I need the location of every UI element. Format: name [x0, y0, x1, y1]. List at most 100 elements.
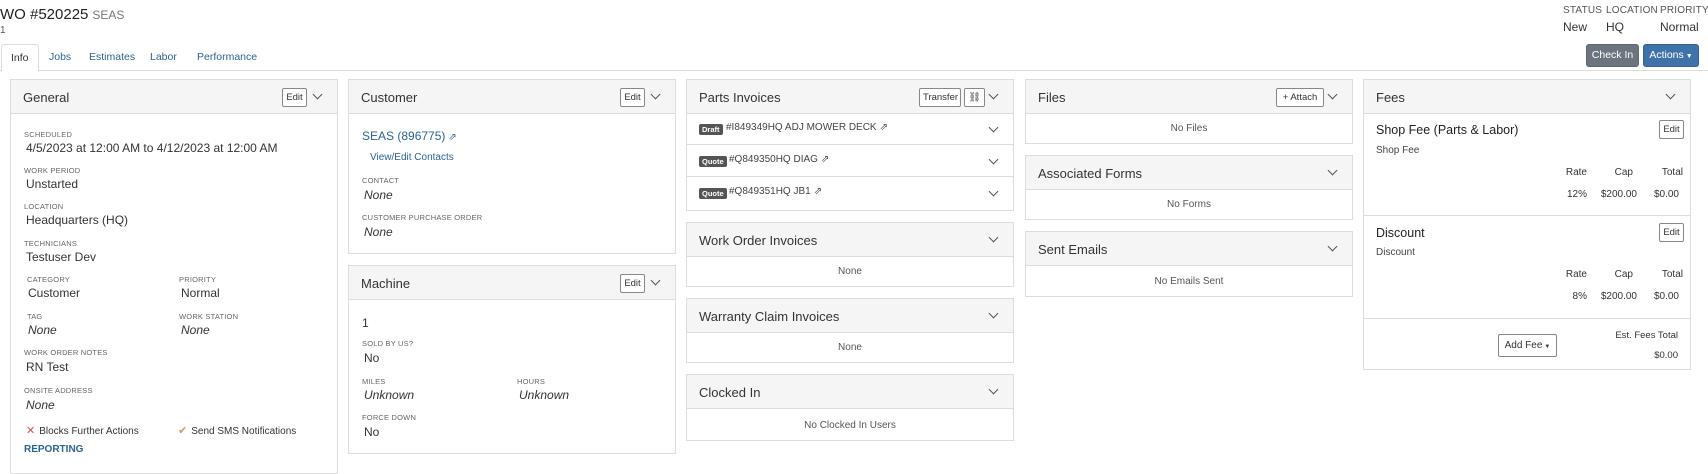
work-order-notes-label: WORK ORDER NOTES: [24, 348, 108, 357]
customer-po-label: CUSTOMER PURCHASE ORDER: [362, 213, 483, 222]
fee-total-label: Total: [1661, 269, 1683, 280]
tab-info[interactable]: Info: [1, 44, 39, 72]
add-fee-label: Add Fee: [1504, 340, 1543, 351]
miles-value: Unknown: [364, 388, 415, 402]
est-fees-total-value: $0.00: [1654, 350, 1678, 361]
work-order-title: WO #520225 SEAS: [0, 6, 124, 23]
parts-invoice-link[interactable]: #Q849351HQ JB1 ⇗: [729, 186, 822, 197]
onsite-address-value: None: [26, 398, 55, 412]
page-header: WO #520225 SEAS 1 STATUS New LOCATION HQ …: [0, 4, 1708, 36]
priority-label: PRIORITY: [1660, 5, 1708, 16]
technicians-label: TECHNICIANS: [24, 239, 78, 248]
parts-invoice-link[interactable]: #Q849350HQ DIAG ⇗: [729, 154, 829, 165]
parts-invoice-number: #I849349HQ ADJ MOWER DECK: [726, 122, 877, 133]
machine-panel-header: Machine Edit: [349, 266, 675, 300]
hours-value: Unknown: [519, 388, 570, 402]
sent-emails-panel-header: Sent Emails: [1026, 232, 1352, 266]
customer-link[interactable]: SEAS (896775) ⇗: [362, 129, 457, 143]
tag-value: None: [28, 323, 57, 337]
parts-invoices-panel: Parts Invoices Transfer ⛓ Draft #I849349…: [686, 79, 1014, 211]
parts-invoice-row[interactable]: Draft #I849349HQ ADJ MOWER DECK ⇗: [687, 114, 1013, 145]
parts-invoice-chevron-down-icon[interactable]: [987, 154, 1001, 168]
customer-panel-header: Customer Edit: [349, 80, 675, 114]
check-in-button[interactable]: Check In: [1586, 44, 1639, 67]
customer-name: SEAS (896775): [362, 129, 446, 143]
parts-invoices-chevron-down-icon[interactable]: [987, 89, 1001, 103]
fee-total: $0.00: [1653, 189, 1679, 200]
clocked-in-chevron-down-icon[interactable]: [987, 384, 1001, 398]
contact-label: CONTACT: [362, 176, 400, 185]
machine-chevron-down-icon[interactable]: [649, 275, 663, 289]
customer-po-value: None: [364, 225, 393, 239]
machine-panel: Machine Edit 1 SOLD BY US? No MILES Unkn…: [348, 265, 676, 454]
parts-invoice-chevron-down-icon[interactable]: [987, 186, 1001, 200]
priority-label: PRIORITY: [179, 275, 217, 284]
clocked-in-panel-header: Clocked In: [687, 375, 1013, 409]
fee-total: $0.00: [1653, 291, 1679, 302]
customer-chevron-down-icon[interactable]: [649, 89, 663, 103]
sent-emails-empty: No Emails Sent: [1154, 276, 1224, 287]
files-panel: Files + Attach No Files: [1025, 79, 1353, 144]
work-station-value: None: [181, 323, 210, 337]
fee-item: Shop Fee (Parts & Labor) Shop Fee Edit R…: [1364, 114, 1690, 216]
work-order-number: WO #520225: [0, 6, 89, 23]
associated-forms-chevron-down-icon[interactable]: [1326, 165, 1340, 179]
work-order-invoices-panel-header: Work Order Invoices: [687, 223, 1013, 257]
location-value: HQ: [1606, 20, 1624, 34]
add-fee-button[interactable]: Add Fee ▼: [1498, 334, 1557, 357]
fees-panel-header: Fees: [1364, 80, 1690, 114]
tab-labor[interactable]: Labor: [141, 44, 186, 71]
transfer-button[interactable]: Transfer: [919, 88, 961, 107]
work-order-invoices-panel: Work Order Invoices None: [686, 222, 1014, 287]
location-value: Headquarters (HQ): [26, 213, 129, 227]
parts-invoice-chevron-down-icon[interactable]: [987, 122, 1001, 136]
sent-emails-chevron-down-icon[interactable]: [1326, 241, 1340, 255]
general-chevron-down-icon[interactable]: [311, 89, 325, 103]
parts-invoice-number: #Q849350HQ DIAG: [729, 154, 818, 165]
priority-meta: PRIORITY Normal: [1660, 5, 1708, 34]
work-order-invoices-empty: None: [838, 266, 862, 277]
parts-invoices-panel-header: Parts Invoices Transfer ⛓: [687, 80, 1013, 114]
send-sms-notifications: ✔ Send SMS Notifications: [178, 424, 296, 437]
associated-forms-panel: Associated Forms No Forms: [1025, 155, 1353, 220]
parts-invoice-row[interactable]: Quote #Q849351HQ JB1 ⇗: [687, 178, 1013, 209]
actions-button[interactable]: Actions ▼: [1643, 44, 1699, 67]
fee-edit-button[interactable]: Edit: [1659, 120, 1684, 139]
draft-badge: Draft: [699, 124, 723, 135]
customer-edit-button[interactable]: Edit: [620, 88, 645, 107]
quote-badge: Quote: [699, 156, 727, 167]
location-label: LOCATION: [1606, 5, 1658, 16]
view-edit-contacts-link[interactable]: View/Edit Contacts: [370, 152, 454, 163]
general-title: General: [23, 90, 70, 105]
fee-sub: Discount: [1376, 247, 1415, 258]
fee-rate-label: Rate: [1565, 167, 1587, 178]
machine-edit-button[interactable]: Edit: [620, 274, 645, 293]
technicians-value: Testuser Dev: [26, 250, 97, 264]
fee-rate-label: Rate: [1565, 269, 1587, 280]
fees-chevron-down-icon[interactable]: [1664, 89, 1678, 103]
general-edit-button[interactable]: Edit: [282, 88, 307, 107]
force-down-label: FORCE DOWN: [362, 413, 417, 422]
attach-button[interactable]: + Attach: [1276, 88, 1324, 107]
clocked-in-empty: No Clocked In Users: [804, 420, 896, 431]
work-order-invoices-chevron-down-icon[interactable]: [987, 232, 1001, 246]
category-label: CATEGORY: [27, 275, 70, 284]
warranty-claim-invoices-chevron-down-icon[interactable]: [987, 308, 1001, 322]
parts-invoice-row[interactable]: Quote #Q849350HQ DIAG ⇗: [687, 146, 1013, 177]
tab-estimates[interactable]: Estimates: [80, 44, 144, 71]
fee-edit-button[interactable]: Edit: [1659, 223, 1684, 242]
parts-invoice-link[interactable]: #I849349HQ ADJ MOWER DECK ⇗: [726, 122, 888, 133]
tab-performance[interactable]: Performance: [188, 44, 266, 71]
priority-value: Normal: [1660, 20, 1699, 34]
fees-title: Fees: [1376, 90, 1405, 105]
tab-jobs[interactable]: Jobs: [40, 44, 80, 71]
unlink-button[interactable]: ⛓: [964, 88, 985, 107]
machine-title: Machine: [361, 276, 411, 291]
force-down-value: No: [364, 425, 380, 439]
files-chevron-down-icon[interactable]: [1326, 89, 1340, 103]
blocks-further-actions: ✕ Blocks Further Actions: [26, 424, 139, 437]
external-link-icon: ⇗: [820, 154, 830, 165]
work-order-customer-code: SEAS: [92, 8, 125, 22]
location-meta: LOCATION HQ: [1606, 5, 1658, 34]
sold-by-us-label: SOLD BY US?: [362, 339, 414, 348]
